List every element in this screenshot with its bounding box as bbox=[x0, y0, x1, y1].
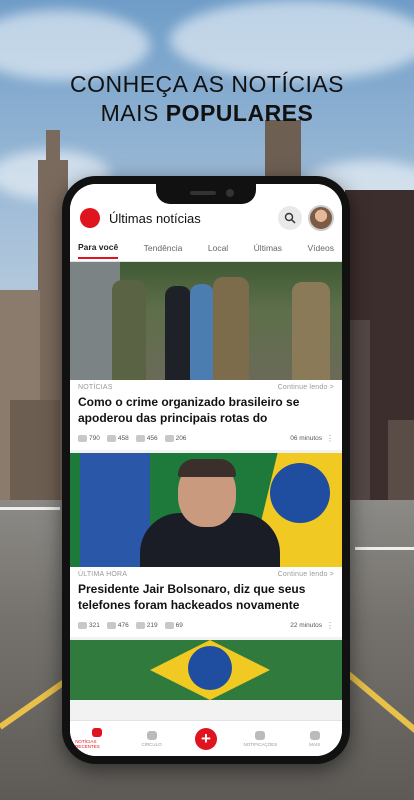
article-card-1[interactable]: NOTÍCIAS Continue lendo > Como o crime o… bbox=[70, 262, 342, 450]
promo-line-1: CONHEÇA AS NOTÍCIAS bbox=[69, 71, 345, 97]
thumbs-up-icon bbox=[78, 622, 87, 629]
article-stats: 790 458 456 206 06 minutos ⋮ bbox=[78, 426, 334, 450]
share-stat[interactable]: 206 bbox=[164, 435, 186, 442]
bottom-navigation: NOTÍCIAS RECENTES CÍRCULO + NOTIFICAÇÕES… bbox=[70, 720, 342, 756]
article-title[interactable]: Como o crime organizado brasileiro se ap… bbox=[78, 394, 334, 426]
article-stats: 321 476 219 69 22 minutos ⋮ bbox=[78, 613, 334, 637]
article-image-flag[interactable] bbox=[70, 640, 342, 700]
continue-reading-link[interactable]: Continue lendo > bbox=[278, 571, 334, 578]
article-image-police[interactable] bbox=[70, 262, 342, 380]
article-card-2[interactable]: ÚLTIMA HORA Continue lendo > Presidente … bbox=[70, 453, 342, 637]
nav-add[interactable]: + bbox=[184, 727, 228, 750]
dislike-stat[interactable]: 476 bbox=[106, 622, 129, 629]
app-title: Últimas notícias bbox=[109, 210, 201, 226]
news-icon bbox=[92, 728, 103, 737]
plus-icon: + bbox=[194, 727, 217, 750]
thumbs-up-icon bbox=[78, 435, 87, 442]
nav-recent-news[interactable]: NOTÍCIAS RECENTES bbox=[75, 728, 119, 749]
promo-line-2: MAIS POPULARES bbox=[0, 99, 414, 128]
more-options-icon[interactable]: ⋮ bbox=[326, 434, 334, 443]
share-icon bbox=[164, 435, 174, 442]
comment-stat[interactable]: 219 bbox=[135, 622, 158, 629]
app-screen: Últimas notícias Para você Tendência Loc… bbox=[70, 184, 342, 756]
more-icon bbox=[309, 730, 320, 740]
app-logo-icon bbox=[80, 208, 100, 228]
nav-more[interactable]: MAIS bbox=[293, 730, 337, 747]
tab-videos[interactable]: Vídeos bbox=[307, 237, 333, 258]
article-category: NOTÍCIAS bbox=[78, 384, 113, 391]
article-body-2: ÚLTIMA HORA Continue lendo > Presidente … bbox=[70, 567, 342, 637]
thumbs-down-icon bbox=[106, 435, 116, 442]
nav-circle[interactable]: CÍRCULO bbox=[130, 730, 174, 747]
search-icon bbox=[284, 212, 296, 224]
like-stat[interactable]: 790 bbox=[78, 435, 100, 442]
dislike-stat[interactable]: 458 bbox=[106, 435, 129, 442]
promo-line-2-bold: POPULARES bbox=[165, 100, 314, 126]
tab-para-voce[interactable]: Para você bbox=[78, 236, 119, 259]
continue-reading-link[interactable]: Continue lendo > bbox=[278, 384, 334, 391]
share-stat[interactable]: 69 bbox=[164, 622, 183, 629]
article-image-bolsonaro[interactable] bbox=[70, 453, 342, 567]
article-title[interactable]: Presidente Jair Bolsonaro, diz que seus … bbox=[78, 581, 334, 613]
nav-notifications[interactable]: NOTIFICAÇÕES bbox=[238, 730, 282, 747]
tab-tendencia[interactable]: Tendência bbox=[144, 237, 183, 258]
bell-icon bbox=[255, 730, 266, 740]
user-avatar[interactable] bbox=[308, 205, 334, 231]
comment-stat[interactable]: 456 bbox=[135, 435, 158, 442]
phone-frame: Últimas notícias Para você Tendência Loc… bbox=[62, 176, 350, 764]
phone-notch bbox=[156, 182, 256, 204]
tab-ultimas[interactable]: Últimas bbox=[254, 237, 282, 258]
comment-icon bbox=[135, 622, 145, 629]
promo-line-2-normal: MAIS bbox=[100, 100, 159, 126]
search-button[interactable] bbox=[278, 206, 302, 230]
tab-local[interactable]: Local bbox=[208, 237, 228, 258]
people-icon bbox=[146, 730, 157, 740]
comment-icon bbox=[135, 435, 145, 442]
read-time: 22 minutos bbox=[290, 622, 322, 629]
like-stat[interactable]: 321 bbox=[78, 622, 100, 629]
promo-headline: CONHEÇA AS NOTÍCIAS MAIS POPULARES bbox=[0, 70, 414, 128]
article-category: ÚLTIMA HORA bbox=[78, 571, 128, 578]
article-body-1: NOTÍCIAS Continue lendo > Como o crime o… bbox=[70, 380, 342, 450]
read-time: 06 minutos bbox=[290, 435, 322, 442]
more-options-icon[interactable]: ⋮ bbox=[326, 621, 334, 630]
thumbs-down-icon bbox=[106, 622, 116, 629]
category-tabs: Para você Tendência Local Últimas Vídeos bbox=[70, 234, 342, 262]
share-icon bbox=[164, 622, 174, 629]
